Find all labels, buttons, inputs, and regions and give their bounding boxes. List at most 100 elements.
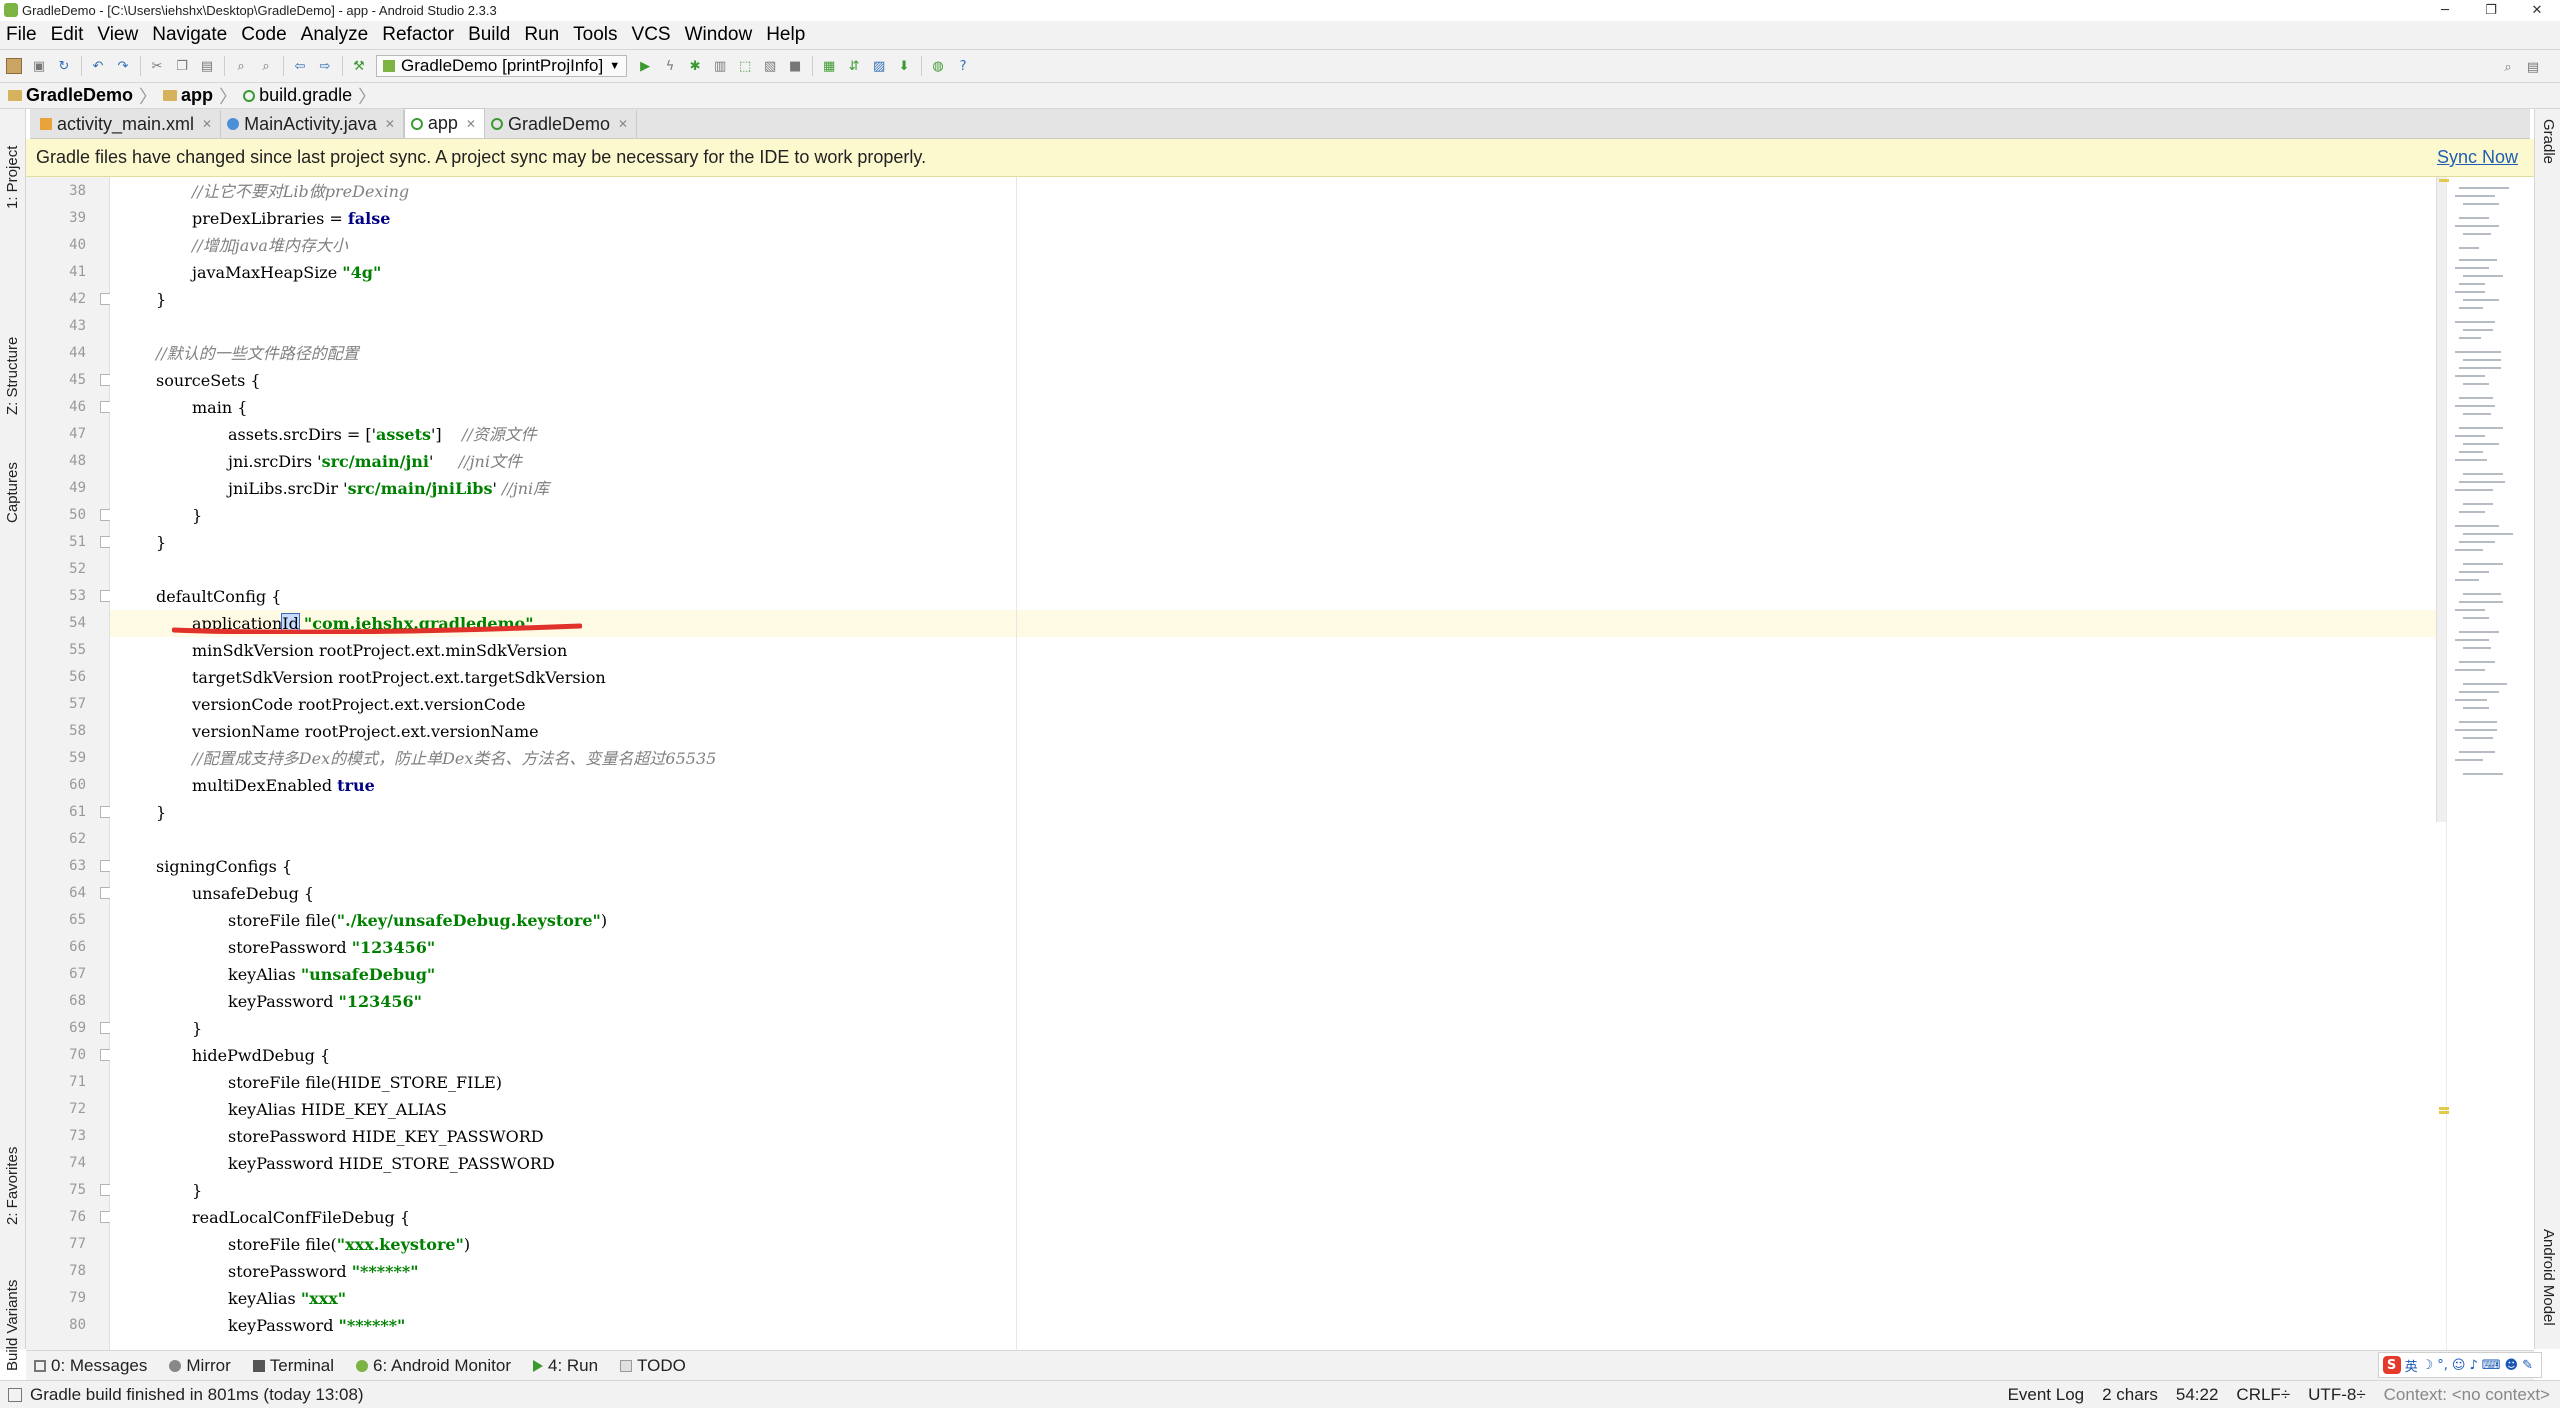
tool-tab-1-project[interactable]: 1: Project	[4, 146, 21, 209]
sync-icon[interactable]: ↻	[56, 58, 72, 74]
menu-vcs[interactable]: VCS	[632, 24, 671, 46]
menu-build[interactable]: Build	[468, 24, 510, 46]
xml-file-icon	[40, 118, 52, 130]
ime-punct-icon[interactable]: °,	[2437, 1358, 2448, 1373]
tab-mainactivity-java[interactable]: MainActivity.java ✕	[221, 110, 404, 138]
make-project-icon[interactable]: ⚒	[351, 58, 367, 74]
tool-window-6-android-monitor[interactable]: 6: Android Monitor	[356, 1356, 511, 1376]
menu-refactor[interactable]: Refactor	[382, 24, 454, 46]
tab-app[interactable]: app ✕	[403, 108, 485, 138]
code-editor[interactable]: //让它不要对Lib做preDexing preDexLibraries = fa…	[110, 177, 2446, 1350]
forward-icon[interactable]: ⇨	[317, 58, 333, 74]
tool-window-0-messages[interactable]: 0: Messages	[34, 1356, 147, 1376]
cut-icon[interactable]: ✂	[149, 58, 165, 74]
tab-gradledemo[interactable]: GradleDemo ✕	[485, 110, 638, 138]
tool-window-4-run[interactable]: 4: Run	[533, 1356, 598, 1376]
maximize-button[interactable]: ❐	[2468, 0, 2514, 21]
run-configuration-select[interactable]: GradleDemo [printProjInfo] ▼	[376, 55, 628, 77]
line-number: 74	[69, 1155, 86, 1171]
code-content: defaultConfig {	[156, 583, 281, 610]
menu-edit[interactable]: Edit	[51, 24, 84, 46]
help-icon[interactable]: ?	[955, 58, 971, 74]
tool-window-toggle-icon[interactable]	[8, 1387, 22, 1402]
sdk-manager-icon[interactable]: ⬇	[896, 58, 912, 74]
menu-window[interactable]: Window	[685, 24, 753, 46]
ime-user-icon[interactable]: ☻	[2505, 1358, 2519, 1373]
close-icon[interactable]: ✕	[618, 117, 628, 131]
debug-icon[interactable]: ✱	[687, 58, 703, 74]
ime-smiley-icon[interactable]: ☺	[2452, 1358, 2466, 1373]
tool-window-label: 0: Messages	[51, 1355, 148, 1375]
context-indicator[interactable]: Context: <no context>	[2384, 1385, 2550, 1405]
ime-moon-icon[interactable]: ☽	[2422, 1358, 2434, 1373]
ime-tools-icon[interactable]: ✎	[2522, 1358, 2533, 1373]
close-icon[interactable]: ✕	[466, 117, 476, 131]
sync-gradle-icon[interactable]: ⇵	[846, 58, 862, 74]
menu-file[interactable]: File	[6, 24, 37, 46]
android-device-monitor-icon[interactable]: ◍	[930, 58, 946, 74]
breadcrumb-project[interactable]: GradleDemo 〉	[8, 83, 157, 109]
attach-debugger-icon[interactable]: ⬚	[737, 58, 753, 74]
breadcrumb-file[interactable]: build.gradle 〉	[243, 83, 376, 109]
coverage-icon[interactable]: ▧	[762, 58, 778, 74]
menu-analyze[interactable]: Analyze	[301, 24, 369, 46]
menu-code[interactable]: Code	[241, 24, 286, 46]
ime-language[interactable]: 英	[2405, 1356, 2418, 1375]
replace-icon[interactable]: ⌕	[258, 58, 274, 74]
apply-changes-icon[interactable]: ϟ	[662, 58, 678, 74]
search-everywhere-icon[interactable]: ⌕	[2500, 59, 2516, 75]
menu-tools[interactable]: Tools	[573, 24, 617, 46]
right-tool-strip: Gradle Android Model	[2534, 109, 2560, 1349]
tool-tab-z-structure[interactable]: Z: Structure	[4, 337, 21, 415]
editor-scrollbar[interactable]	[2436, 177, 2446, 822]
tab-activity-main-xml[interactable]: activity_main.xml ✕	[34, 110, 222, 138]
avd-manager-icon[interactable]: ▦	[821, 58, 837, 74]
warning-marker-icon[interactable]	[2439, 1111, 2449, 1114]
menu-view[interactable]: View	[97, 24, 138, 46]
ime-mic-icon[interactable]: ♪	[2469, 1358, 2477, 1373]
copy-icon[interactable]: ❐	[174, 58, 190, 74]
undo-icon[interactable]: ↶	[90, 58, 106, 74]
close-button[interactable]: ✕	[2514, 0, 2560, 21]
warning-marker-icon[interactable]	[2439, 1107, 2449, 1110]
stop-icon[interactable]: ■	[787, 58, 803, 74]
tool-tab-android-model[interactable]: Android Model	[2540, 1229, 2557, 1326]
line-separator[interactable]: CRLF÷	[2236, 1385, 2290, 1405]
redo-icon[interactable]: ↷	[115, 58, 131, 74]
run-icon[interactable]: ▶	[637, 58, 653, 74]
project-structure-icon[interactable]: ▨	[871, 58, 887, 74]
caret-position[interactable]: 54:22	[2176, 1385, 2219, 1405]
tool-tab-captures[interactable]: Captures	[4, 462, 21, 523]
menu-navigate[interactable]: Navigate	[152, 24, 227, 46]
code-text: hidePwdDebug {	[192, 1046, 331, 1065]
find-icon[interactable]: ⌕	[233, 58, 249, 74]
sync-now-link[interactable]: Sync Now	[2437, 147, 2518, 168]
minimap-line	[2455, 489, 2493, 491]
tool-window-terminal[interactable]: Terminal	[252, 1356, 334, 1376]
code-text: assets.srcDirs = ['	[228, 425, 376, 444]
paste-icon[interactable]: ▤	[199, 58, 215, 74]
tool-window-todo[interactable]: TODO	[620, 1356, 686, 1376]
minimize-button[interactable]: ─	[2422, 0, 2468, 21]
menu-run[interactable]: Run	[524, 24, 559, 46]
breadcrumb-module[interactable]: app 〉	[163, 83, 237, 109]
open-folder-icon[interactable]	[6, 58, 22, 74]
back-icon[interactable]: ⇦	[292, 58, 308, 74]
layout-icon[interactable]: ▤	[2525, 59, 2541, 75]
event-log-label[interactable]: Event Log	[2008, 1385, 2085, 1405]
minimap-line	[2459, 367, 2501, 369]
close-icon[interactable]: ✕	[202, 117, 212, 131]
tool-tab-2-favorites[interactable]: 2: Favorites	[4, 1147, 21, 1225]
ime-keyboard-icon[interactable]: ⌨	[2482, 1358, 2501, 1373]
profile-icon[interactable]: ▥	[712, 58, 728, 74]
code-content: //默认的一些文件路径的配置	[156, 340, 359, 367]
sogou-logo-icon[interactable]: S	[2382, 1356, 2401, 1374]
tool-tab-gradle[interactable]: Gradle	[2540, 119, 2557, 164]
save-all-icon[interactable]: ▣	[31, 58, 47, 74]
warning-marker-icon[interactable]	[2439, 179, 2449, 182]
close-icon[interactable]: ✕	[385, 117, 395, 131]
file-encoding[interactable]: UTF-8÷	[2308, 1385, 2366, 1405]
tool-window-mirror[interactable]: Mirror	[169, 1356, 231, 1376]
menu-help[interactable]: Help	[766, 24, 805, 46]
tool-tab-build-variants[interactable]: Build Variants	[4, 1280, 21, 1371]
